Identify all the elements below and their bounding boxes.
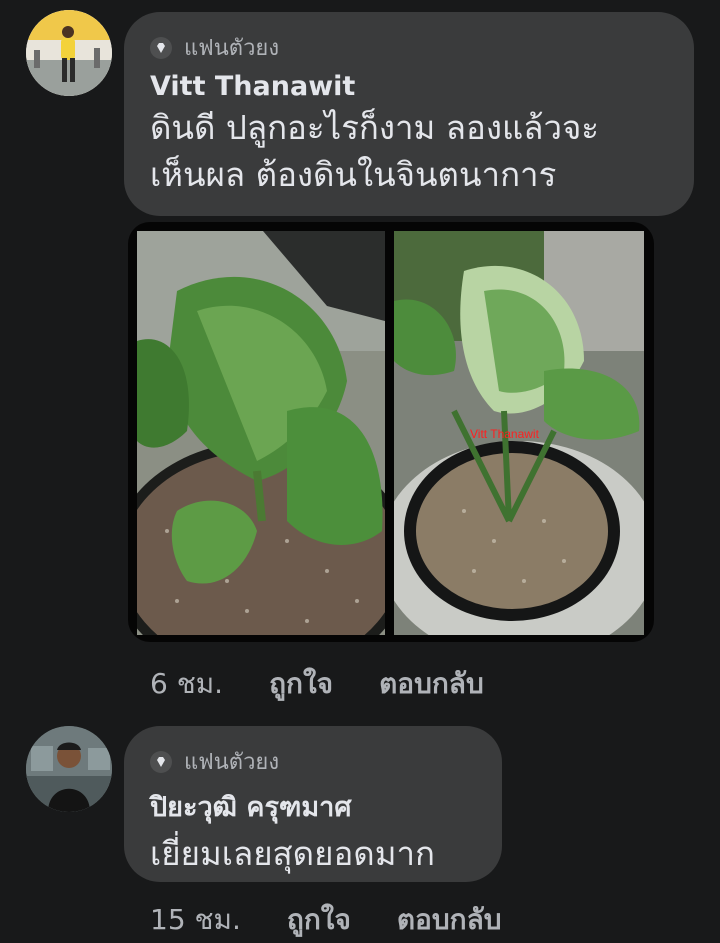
plant-photo-right: Vitt Thanawit (394, 231, 644, 635)
comment-text-line: เยี่ยมเลยสุดยอดมาก (150, 834, 435, 873)
author-name[interactable]: Vitt Thanawit (150, 71, 694, 102)
runner-photo-icon (26, 10, 112, 96)
person-photo-icon (26, 726, 112, 812)
like-button[interactable]: ถูกใจ (287, 898, 351, 942)
photo-watermark: Vitt Thanawit (470, 427, 539, 441)
reply-button[interactable]: ตอบกลับ (397, 898, 502, 942)
comment-time[interactable]: 6 ชม. (150, 662, 223, 706)
top-fan-badge: แฟนตัวยง (150, 30, 694, 65)
comment-actions: 15 ชม. ถูกใจ ตอบกลับ (150, 898, 502, 942)
comment-bubble[interactable]: แฟนตัวยง Vitt Thanawit ดินดี ปลูกอะไรก็ง… (124, 12, 694, 216)
diamond-icon (150, 750, 172, 773)
comment-bubble[interactable]: แฟนตัวยง ปิยะวุฒิ ครุฑมาศ เยี่ยมเลยสุดยอ… (124, 726, 502, 882)
author-name[interactable]: ปิยะวุฒิ ครุฑมาศ (150, 785, 502, 828)
avatar[interactable] (26, 10, 112, 96)
comment-text: ดินดี ปลูกอะไรก็งาม ลองแล้วจะ เห็นผล ต้อ… (150, 104, 694, 198)
badge-label: แฟนตัวยง (184, 36, 280, 61)
reply-button[interactable]: ตอบกลับ (379, 662, 484, 706)
avatar[interactable] (26, 726, 112, 812)
like-button[interactable]: ถูกใจ (269, 662, 333, 706)
comment-text: เยี่ยมเลยสุดยอดมาก (150, 830, 502, 877)
top-fan-badge: แฟนตัวยง (150, 744, 502, 779)
plant-photo-left (137, 231, 385, 635)
attached-photo[interactable]: Vitt Thanawit (128, 222, 654, 642)
comment-text-line: เห็นผล ต้องดินในจินตนาการ (150, 155, 557, 194)
badge-label: แฟนตัวยง (184, 750, 280, 775)
diamond-icon (150, 36, 172, 59)
comment-time[interactable]: 15 ชม. (150, 898, 241, 942)
comment-text-line: ดินดี ปลูกอะไรก็งาม ลองแล้วจะ (150, 108, 600, 147)
comment-actions: 6 ชม. ถูกใจ ตอบกลับ (150, 662, 484, 706)
